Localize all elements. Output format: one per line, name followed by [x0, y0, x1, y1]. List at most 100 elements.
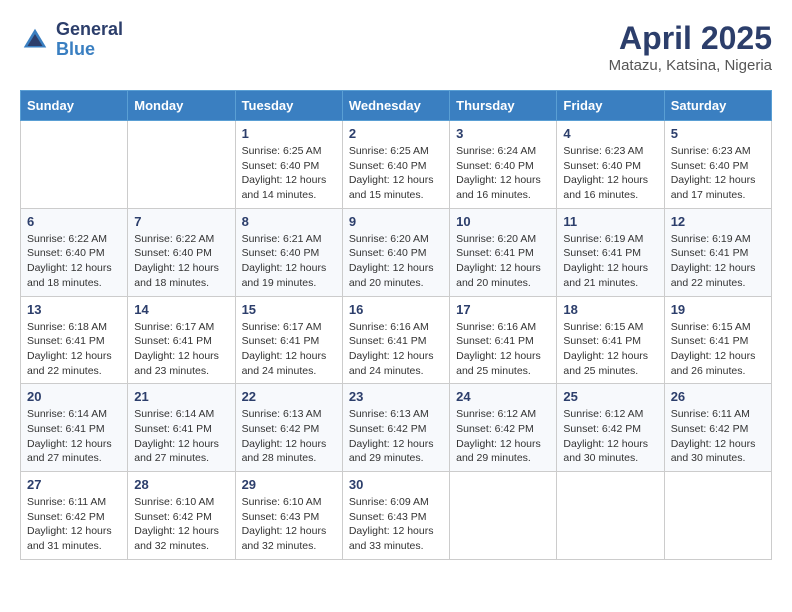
calendar-cell: 20 Sunrise: 6:14 AMSunset: 6:41 PMDayligh… — [21, 384, 128, 472]
calendar-cell: 11Sunrise: 6:19 AMSunset: 6:41 PMDayligh… — [557, 208, 664, 296]
title-area: April 2025 Matazu, Katsina, Nigeria — [609, 20, 772, 74]
day-of-week-header: Monday — [128, 91, 235, 121]
day-info: Sunrise: 6:20 AMSunset: 6:41 PMDaylight:… — [456, 232, 550, 291]
day-number: 27 — [27, 477, 121, 492]
day-number: 15 — [242, 302, 336, 317]
day-info: Sunrise: 6:11 AMSunset: 6:42 PMDaylight:… — [27, 495, 121, 554]
day-info: Sunrise: 6:20 AMSunset: 6:40 PMDaylight:… — [349, 232, 443, 291]
day-info: Sunrise: 6:13 AMSunset: 6:42 PMDaylight:… — [349, 407, 443, 466]
calendar-week-row: 27 Sunrise: 6:11 AMSunset: 6:42 PMDayligh… — [21, 472, 772, 560]
calendar-week-row: 6Sunrise: 6:22 AMSunset: 6:40 PMDaylight… — [21, 208, 772, 296]
location-subtitle: Matazu, Katsina, Nigeria — [609, 57, 772, 74]
calendar-cell — [664, 472, 771, 560]
day-number: 13 — [27, 302, 121, 317]
calendar-cell: 24Sunrise: 6:12 AMSunset: 6:42 PMDayligh… — [450, 384, 557, 472]
calendar-cell: 26 Sunrise: 6:11 AMSunset: 6:42 PMDayligh… — [664, 384, 771, 472]
day-number: 30 — [349, 477, 443, 492]
calendar-cell: 2 Sunrise: 6:25 AMSunset: 6:40 PMDaylight… — [342, 121, 449, 209]
calendar-cell: 19 Sunrise: 6:15 AMSunset: 6:41 PMDayligh… — [664, 296, 771, 384]
calendar-cell: 16 Sunrise: 6:16 AMSunset: 6:41 PMDayligh… — [342, 296, 449, 384]
day-info: Sunrise: 6:16 AMSunset: 6:41 PMDaylight:… — [349, 320, 443, 379]
day-number: 24 — [456, 389, 550, 404]
calendar-cell: 15Sunrise: 6:17 AMSunset: 6:41 PMDayligh… — [235, 296, 342, 384]
day-info: Sunrise: 6:10 AMSunset: 6:42 PMDaylight:… — [134, 495, 228, 554]
calendar-cell: 21Sunrise: 6:14 AMSunset: 6:41 PMDayligh… — [128, 384, 235, 472]
day-info: Sunrise: 6:23 AMSunset: 6:40 PMDaylight:… — [563, 144, 657, 203]
calendar-cell: 5 Sunrise: 6:23 AMSunset: 6:40 PMDaylight… — [664, 121, 771, 209]
calendar-week-row: 20 Sunrise: 6:14 AMSunset: 6:41 PMDayligh… — [21, 384, 772, 472]
day-number: 19 — [671, 302, 765, 317]
day-number: 26 — [671, 389, 765, 404]
day-info: Sunrise: 6:10 AMSunset: 6:43 PMDaylight:… — [242, 495, 336, 554]
day-info: Sunrise: 6:16 AMSunset: 6:41 PMDaylight:… — [456, 320, 550, 379]
calendar-header-row: SundayMondayTuesdayWednesdayThursdayFrid… — [21, 91, 772, 121]
calendar-cell: 23 Sunrise: 6:13 AMSunset: 6:42 PMDayligh… — [342, 384, 449, 472]
day-of-week-header: Saturday — [664, 91, 771, 121]
calendar-cell: 13 Sunrise: 6:18 AMSunset: 6:41 PMDayligh… — [21, 296, 128, 384]
day-number: 3 — [456, 126, 550, 141]
calendar-cell: 6Sunrise: 6:22 AMSunset: 6:40 PMDaylight… — [21, 208, 128, 296]
day-info: Sunrise: 6:17 AMSunset: 6:41 PMDaylight:… — [134, 320, 228, 379]
day-number: 18 — [563, 302, 657, 317]
calendar-cell: 3 Sunrise: 6:24 AMSunset: 6:40 PMDaylight… — [450, 121, 557, 209]
day-number: 2 — [349, 126, 443, 141]
logo: General Blue — [20, 20, 123, 60]
day-info: Sunrise: 6:25 AMSunset: 6:40 PMDaylight:… — [349, 144, 443, 203]
day-number: 23 — [349, 389, 443, 404]
calendar-cell: 1Sunrise: 6:25 AMSunset: 6:40 PMDaylight… — [235, 121, 342, 209]
day-info: Sunrise: 6:09 AMSunset: 6:43 PMDaylight:… — [349, 495, 443, 554]
calendar-cell: 4 Sunrise: 6:23 AMSunset: 6:40 PMDaylight… — [557, 121, 664, 209]
day-number: 7 — [134, 214, 228, 229]
day-number: 1 — [242, 126, 336, 141]
calendar-cell: 30 Sunrise: 6:09 AMSunset: 6:43 PMDayligh… — [342, 472, 449, 560]
calendar-cell: 9 Sunrise: 6:20 AMSunset: 6:40 PMDaylight… — [342, 208, 449, 296]
day-of-week-header: Wednesday — [342, 91, 449, 121]
day-of-week-header: Friday — [557, 91, 664, 121]
logo-general: General — [56, 20, 123, 40]
day-info: Sunrise: 6:12 AMSunset: 6:42 PMDaylight:… — [563, 407, 657, 466]
day-info: Sunrise: 6:15 AMSunset: 6:41 PMDaylight:… — [563, 320, 657, 379]
day-number: 28 — [134, 477, 228, 492]
calendar-cell: 17 Sunrise: 6:16 AMSunset: 6:41 PMDayligh… — [450, 296, 557, 384]
day-info: Sunrise: 6:23 AMSunset: 6:40 PMDaylight:… — [671, 144, 765, 203]
day-info: Sunrise: 6:11 AMSunset: 6:42 PMDaylight:… — [671, 407, 765, 466]
day-info: Sunrise: 6:24 AMSunset: 6:40 PMDaylight:… — [456, 144, 550, 203]
calendar-cell: 14 Sunrise: 6:17 AMSunset: 6:41 PMDayligh… — [128, 296, 235, 384]
calendar-cell — [128, 121, 235, 209]
day-number: 20 — [27, 389, 121, 404]
day-number: 9 — [349, 214, 443, 229]
calendar-table: SundayMondayTuesdayWednesdayThursdayFrid… — [20, 90, 772, 560]
calendar-cell: 12Sunrise: 6:19 AMSunset: 6:41 PMDayligh… — [664, 208, 771, 296]
calendar-cell: 29 Sunrise: 6:10 AMSunset: 6:43 PMDayligh… — [235, 472, 342, 560]
day-number: 11 — [563, 214, 657, 229]
logo-text: General Blue — [56, 20, 123, 60]
day-info: Sunrise: 6:15 AMSunset: 6:41 PMDaylight:… — [671, 320, 765, 379]
day-number: 12 — [671, 214, 765, 229]
day-number: 29 — [242, 477, 336, 492]
calendar-week-row: 13 Sunrise: 6:18 AMSunset: 6:41 PMDayligh… — [21, 296, 772, 384]
calendar-cell: 27 Sunrise: 6:11 AMSunset: 6:42 PMDayligh… — [21, 472, 128, 560]
day-number: 16 — [349, 302, 443, 317]
calendar-cell: 22 Sunrise: 6:13 AMSunset: 6:42 PMDayligh… — [235, 384, 342, 472]
day-of-week-header: Tuesday — [235, 91, 342, 121]
day-number: 4 — [563, 126, 657, 141]
day-info: Sunrise: 6:22 AMSunset: 6:40 PMDaylight:… — [27, 232, 121, 291]
day-number: 17 — [456, 302, 550, 317]
day-info: Sunrise: 6:13 AMSunset: 6:42 PMDaylight:… — [242, 407, 336, 466]
day-number: 8 — [242, 214, 336, 229]
calendar-cell — [21, 121, 128, 209]
calendar-cell: 25Sunrise: 6:12 AMSunset: 6:42 PMDayligh… — [557, 384, 664, 472]
day-number: 22 — [242, 389, 336, 404]
day-number: 21 — [134, 389, 228, 404]
calendar-cell: 8 Sunrise: 6:21 AMSunset: 6:40 PMDaylight… — [235, 208, 342, 296]
day-info: Sunrise: 6:21 AMSunset: 6:40 PMDaylight:… — [242, 232, 336, 291]
day-info: Sunrise: 6:18 AMSunset: 6:41 PMDaylight:… — [27, 320, 121, 379]
day-number: 5 — [671, 126, 765, 141]
calendar-cell: 28 Sunrise: 6:10 AMSunset: 6:42 PMDayligh… — [128, 472, 235, 560]
day-info: Sunrise: 6:14 AMSunset: 6:41 PMDaylight:… — [27, 407, 121, 466]
calendar-cell — [450, 472, 557, 560]
calendar-cell: 7Sunrise: 6:22 AMSunset: 6:40 PMDaylight… — [128, 208, 235, 296]
day-number: 14 — [134, 302, 228, 317]
day-of-week-header: Sunday — [21, 91, 128, 121]
day-number: 10 — [456, 214, 550, 229]
